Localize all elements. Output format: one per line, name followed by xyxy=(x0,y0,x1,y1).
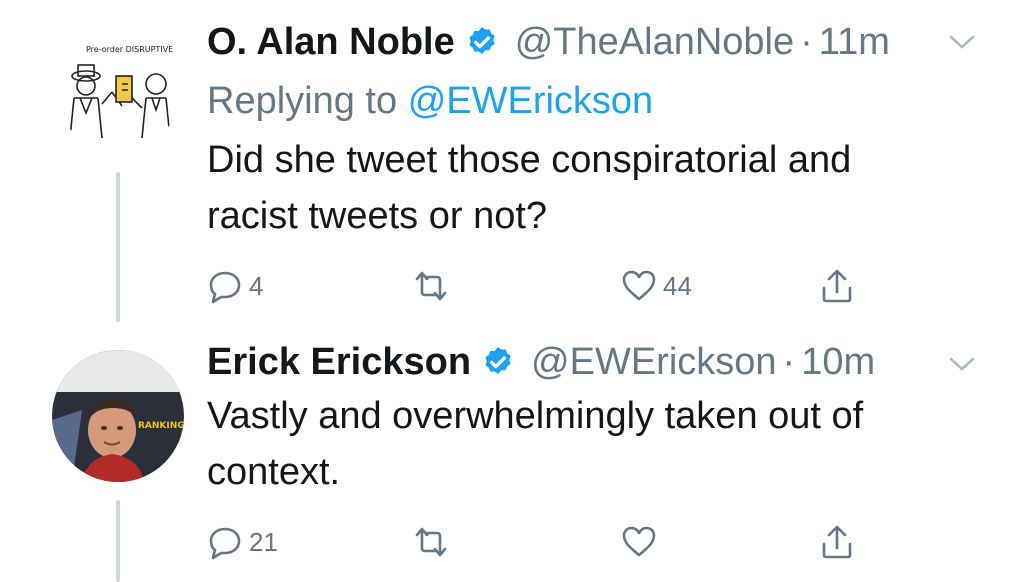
like-button[interactable] xyxy=(621,524,663,560)
separator-dot: · xyxy=(782,341,796,383)
separator-dot: · xyxy=(800,21,813,63)
tweet-text-line: Vastly and overwhelmingly taken out of xyxy=(207,395,864,437)
avatar-caption: Pre-order DISRUPTIVE WITNESS xyxy=(86,45,184,54)
retweet-button[interactable] xyxy=(413,268,455,304)
tweet-text-line: racist tweets or not? xyxy=(207,195,548,237)
replying-to-link[interactable]: @EWErickson xyxy=(408,80,654,122)
tweet-actions: 4 44 xyxy=(207,268,867,308)
reply-button[interactable]: 4 xyxy=(207,268,263,304)
tweet-header: Erick Erickson @EWErickson · 10m xyxy=(207,340,875,384)
reply-button[interactable]: 21 xyxy=(207,524,278,560)
replying-to: Replying to @EWErickson xyxy=(207,80,653,123)
tweet-text: Did she tweet those conspiratorial and r… xyxy=(207,132,967,244)
like-count: 44 xyxy=(663,270,692,301)
avatar[interactable]: RANKING THE MEN AND WOMEN WHO RUN xyxy=(52,350,184,482)
share-button[interactable] xyxy=(819,524,855,560)
tweet-actions: 21 xyxy=(207,524,867,564)
retweet-icon xyxy=(415,271,447,301)
share-button[interactable] xyxy=(819,268,855,304)
avatar-caption: RANKING THE MEN AND WOMEN WHO RUN xyxy=(138,421,184,431)
verified-badge-icon xyxy=(485,347,511,375)
replying-to-label: Replying to xyxy=(207,80,398,122)
display-name[interactable]: O. Alan Noble xyxy=(207,20,455,64)
reply-count: 21 xyxy=(249,526,278,557)
timestamp[interactable]: 10m xyxy=(801,340,875,384)
handle[interactable]: @EWErickson xyxy=(531,340,777,384)
share-icon xyxy=(822,269,852,303)
handle[interactable]: @TheAlanNoble xyxy=(515,20,794,64)
retweet-button[interactable] xyxy=(413,524,455,560)
tweet-text-line: Did she tweet those conspiratorial and xyxy=(207,139,852,181)
retweet-icon xyxy=(415,527,447,557)
reply-icon xyxy=(209,271,241,304)
chevron-down-icon[interactable] xyxy=(948,34,976,50)
tweet-text: Vastly and overwhelmingly taken out of c… xyxy=(207,388,967,500)
chevron-down-icon[interactable] xyxy=(948,356,976,372)
tweet-header: O. Alan Noble @TheAlanNoble · 11m xyxy=(207,20,890,64)
like-button[interactable]: 44 xyxy=(621,268,692,304)
heart-icon xyxy=(622,526,656,557)
avatar[interactable]: Pre-order DISRUPTIVE WITNESS xyxy=(52,18,184,150)
verified-badge-icon xyxy=(469,27,495,55)
tweet[interactable]: Pre-order DISRUPTIVE WITNESS O. Alan Nob… xyxy=(0,0,1024,330)
tweet-text-line: context. xyxy=(207,451,341,493)
tweet[interactable]: RANKING THE MEN AND WOMEN WHO RUN Erick … xyxy=(0,330,1024,582)
reply-count: 4 xyxy=(249,270,264,301)
display-name[interactable]: Erick Erickson xyxy=(207,340,471,384)
timestamp[interactable]: 11m xyxy=(819,20,890,64)
heart-icon xyxy=(622,270,656,301)
share-icon xyxy=(822,525,852,559)
reply-icon xyxy=(209,527,241,560)
